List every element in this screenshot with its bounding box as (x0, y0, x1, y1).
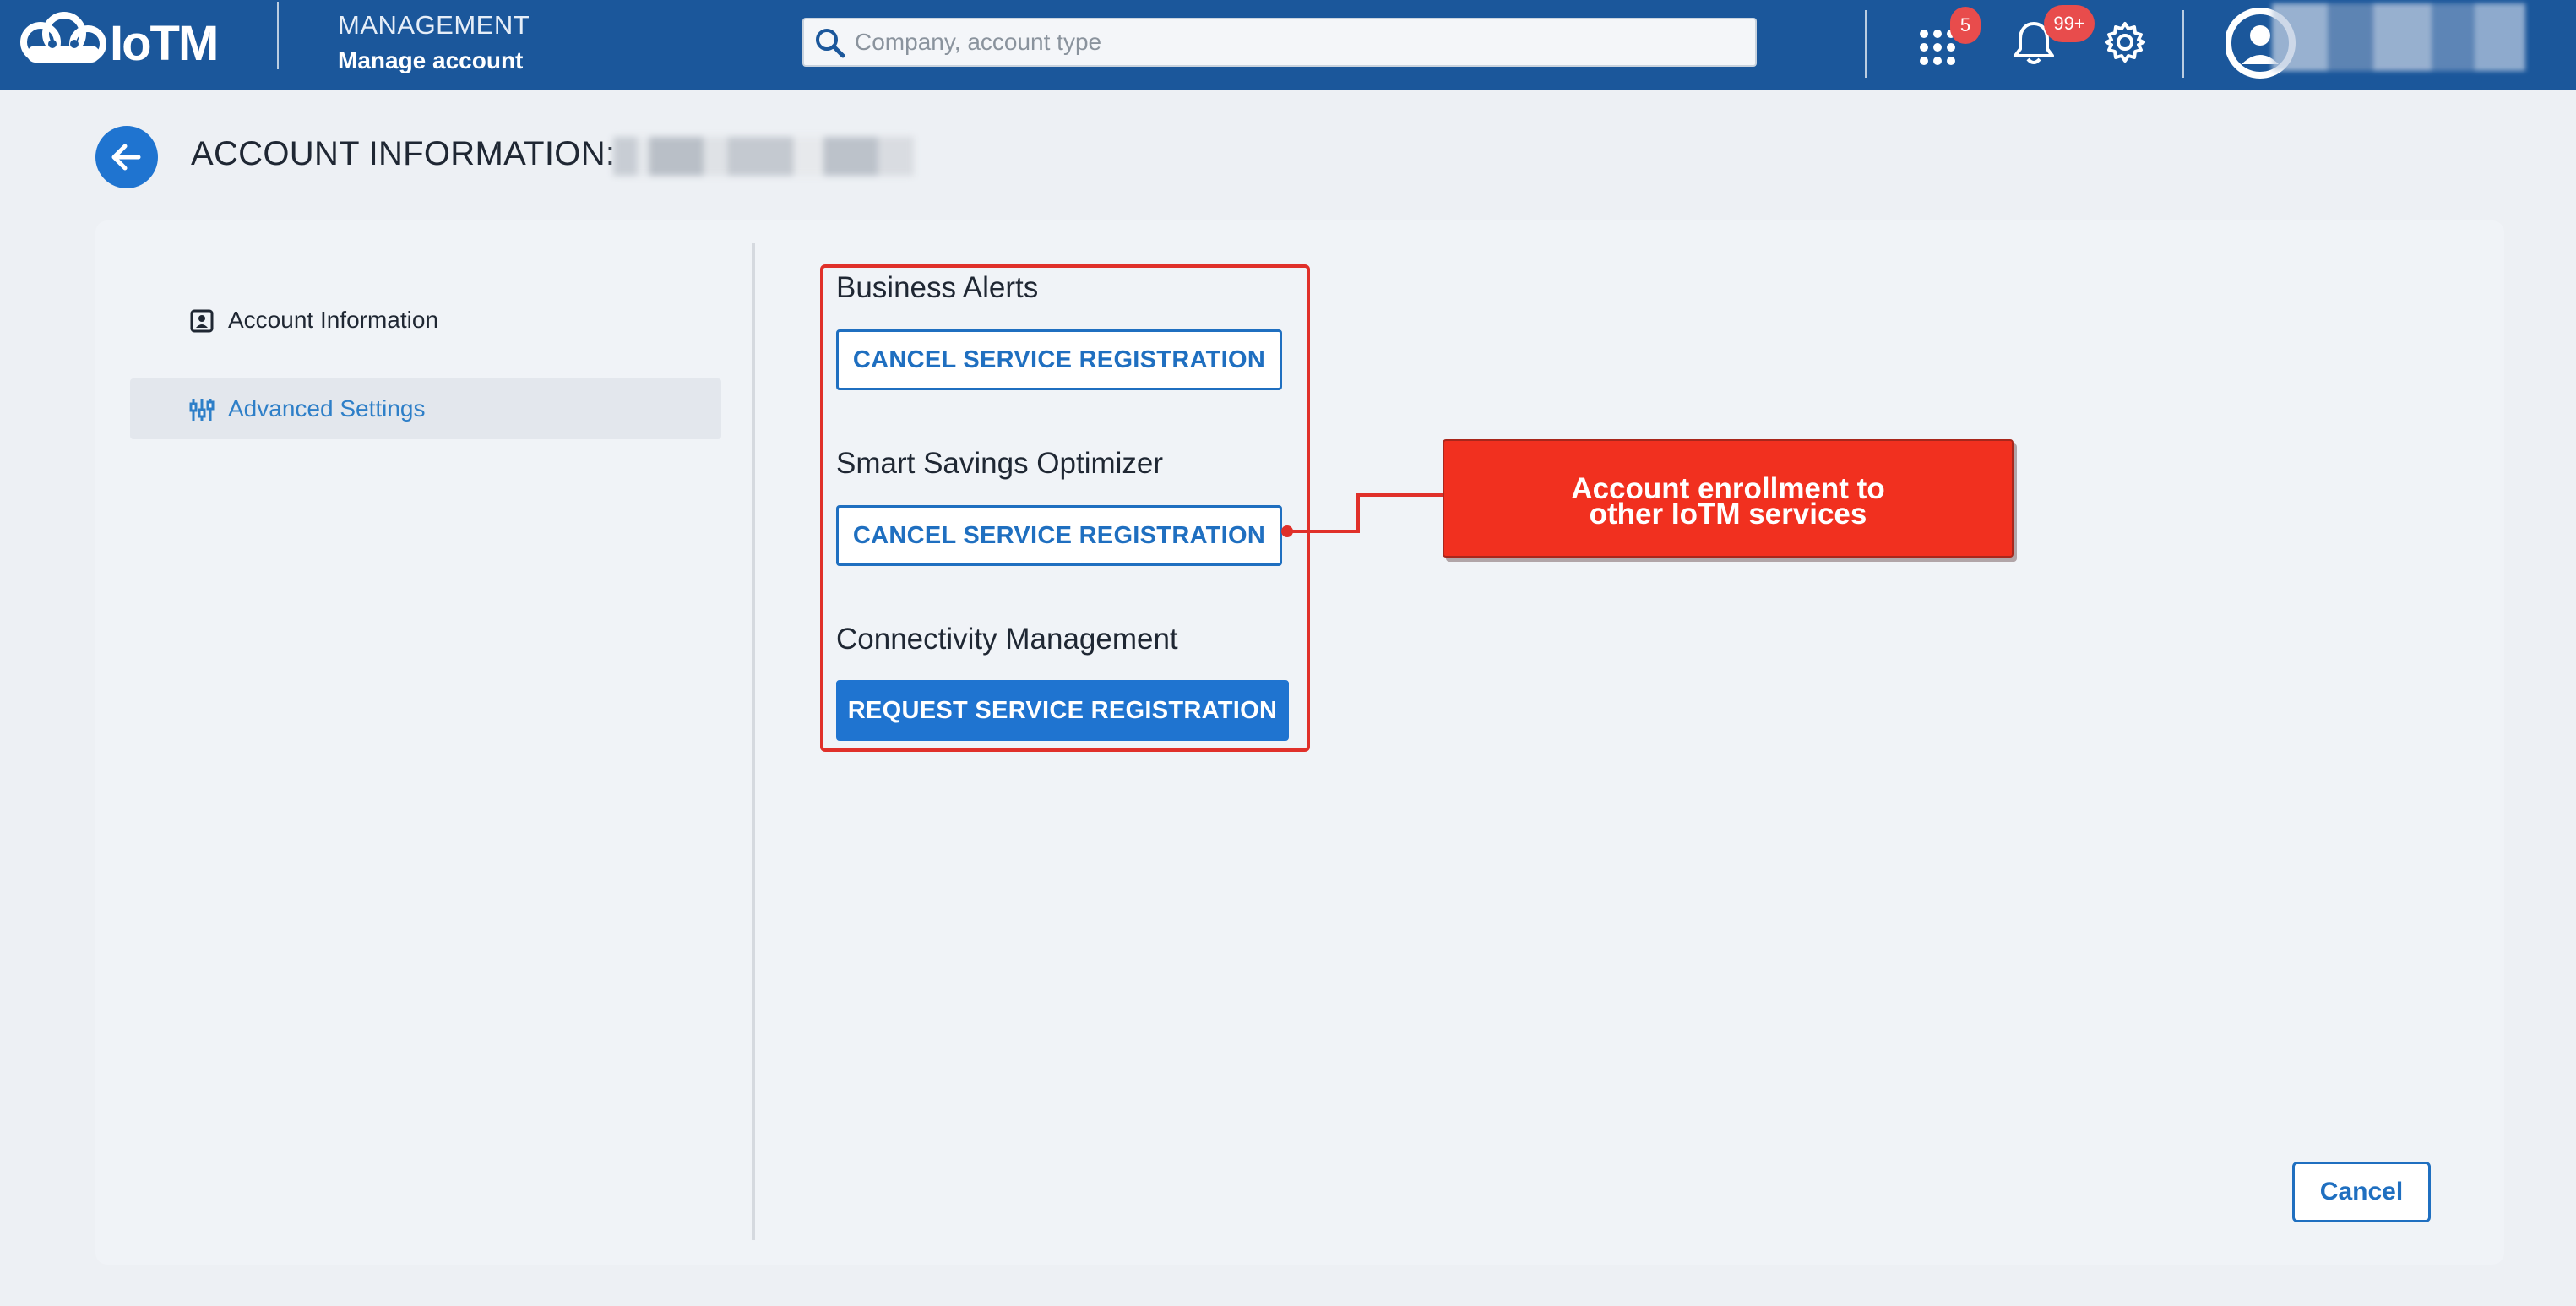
cancel-button[interactable]: Cancel (2292, 1162, 2431, 1222)
annotation-text-line2: other IoTM services (1589, 498, 1867, 531)
annotation-callout: Account enrollment to other IoTM service… (1443, 439, 2014, 558)
annotation-connector-line (1281, 493, 1444, 537)
